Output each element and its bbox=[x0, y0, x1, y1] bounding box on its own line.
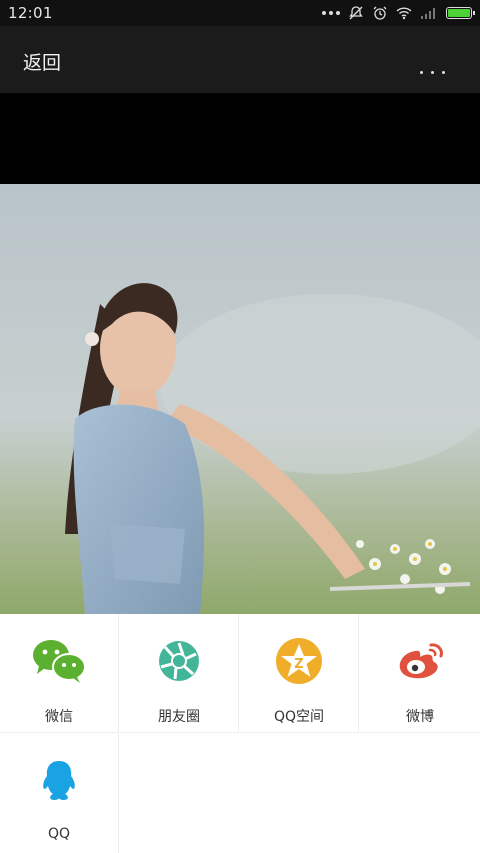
share-label: QQ bbox=[47, 826, 71, 842]
moments-icon bbox=[159, 641, 199, 681]
wifi-icon bbox=[396, 7, 412, 20]
qq-icon bbox=[43, 761, 75, 800]
share-label: 朋友圈 bbox=[158, 709, 200, 725]
photo-illustration bbox=[0, 184, 480, 614]
share-label: 微信 bbox=[45, 709, 73, 725]
share-label: QQ空间 bbox=[273, 709, 325, 725]
share-panel: 微信 朋友圈 Z QQ空间 微博 QQ bbox=[0, 614, 480, 853]
photo-preview[interactable] bbox=[0, 184, 480, 614]
svg-text:Z: Z bbox=[294, 657, 303, 672]
share-wechat[interactable]: 微信 bbox=[0, 614, 119, 733]
share-qq[interactable]: QQ bbox=[0, 734, 119, 853]
share-qzone[interactable]: Z QQ空间 bbox=[240, 614, 359, 733]
battery-icon bbox=[446, 7, 475, 19]
more-options-button[interactable] bbox=[420, 50, 460, 74]
signal-icon bbox=[421, 8, 435, 19]
dot-icon bbox=[420, 71, 423, 74]
status-icons bbox=[322, 5, 475, 21]
qzone-icon: Z bbox=[276, 638, 322, 684]
weibo-icon bbox=[399, 643, 443, 679]
dot-icon bbox=[442, 71, 445, 74]
share-weibo[interactable]: 微博 bbox=[360, 614, 480, 733]
image-top-letterbox bbox=[0, 93, 480, 184]
status-bar: 12:01 bbox=[0, 0, 480, 26]
dot-icon bbox=[431, 71, 434, 74]
back-button[interactable]: 返回 bbox=[23, 48, 61, 75]
app-bar: 返回 bbox=[0, 26, 480, 93]
notification-dots-icon bbox=[322, 11, 340, 15]
alarm-icon bbox=[373, 6, 387, 20]
wechat-icon bbox=[33, 640, 86, 683]
status-time: 12:01 bbox=[8, 4, 53, 22]
share-label: 微博 bbox=[406, 709, 434, 725]
share-moments[interactable]: 朋友圈 bbox=[120, 614, 239, 733]
mute-icon bbox=[349, 6, 363, 20]
